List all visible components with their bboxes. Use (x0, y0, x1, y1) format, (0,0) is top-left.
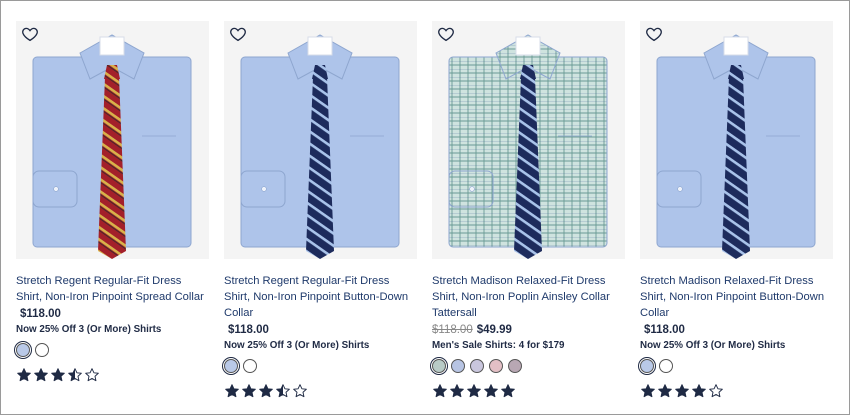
color-swatch[interactable] (35, 343, 49, 357)
star-icon (692, 384, 706, 398)
star-icon (85, 368, 99, 382)
color-swatch[interactable] (489, 359, 503, 373)
product-card[interactable]: Stretch Regent Regular-Fit Dress Shirt, … (14, 21, 209, 399)
star-icon (433, 384, 447, 398)
star-rating (640, 383, 833, 399)
color-swatch[interactable] (470, 359, 484, 373)
product-price: $118.00 $49.99 (432, 324, 625, 336)
promo-text: Now 25% Off 3 (Or More) Shirts (640, 340, 786, 351)
star-icon (501, 384, 515, 398)
star-icon (467, 384, 481, 398)
product-title[interactable]: Stretch Regent Regular-Fit Dress Shirt, … (224, 273, 417, 321)
product-card[interactable]: Stretch Madison Relaxed-Fit Dress Shirt,… (638, 21, 833, 399)
current-price: $118.00 (20, 308, 61, 320)
color-swatch[interactable] (638, 357, 656, 375)
star-icon (293, 384, 307, 398)
heart-outline-icon[interactable] (437, 25, 455, 43)
color-swatch[interactable] (430, 357, 448, 375)
promo-text: Now 25% Off 3 (Or More) Shirts (16, 324, 162, 335)
heart-outline-icon[interactable] (229, 25, 247, 43)
product-title[interactable]: Stretch Regent Regular-Fit Dress Shirt, … (16, 273, 209, 305)
product-image[interactable] (640, 21, 833, 259)
product-card[interactable]: Stretch Regent Regular-Fit Dress Shirt, … (222, 21, 417, 399)
star-icon (51, 368, 65, 382)
star-icon (225, 384, 239, 398)
star-rating (432, 383, 625, 399)
color-swatch[interactable] (451, 359, 465, 373)
star-icon (450, 384, 464, 398)
color-swatch[interactable] (14, 341, 32, 359)
promo-text: Now 25% Off 3 (Or More) Shirts (224, 340, 370, 351)
star-icon (17, 368, 31, 382)
product-grid: Stretch Regent Regular-Fit Dress Shirt, … (14, 21, 833, 399)
star-icon (641, 384, 655, 398)
shirt-photo (16, 21, 209, 259)
heart-outline-icon[interactable] (645, 25, 663, 43)
star-icon (259, 384, 273, 398)
star-icon (68, 368, 82, 382)
color-swatches (222, 357, 417, 375)
promo-text: Men's Sale Shirts: 4 for $179 (432, 340, 565, 351)
color-swatches (638, 357, 833, 375)
current-price: $118.00 (228, 324, 269, 336)
product-card[interactable]: Stretch Madison Relaxed-Fit Dress Shirt,… (430, 21, 625, 399)
star-icon (709, 384, 723, 398)
product-price: $118.00 (224, 324, 417, 336)
star-icon (484, 384, 498, 398)
product-title[interactable]: Stretch Madison Relaxed-Fit Dress Shirt,… (432, 273, 625, 321)
current-price: $49.99 (476, 324, 512, 336)
star-rating (16, 367, 209, 383)
color-swatch[interactable] (508, 359, 522, 373)
product-image[interactable] (16, 21, 209, 259)
color-swatch[interactable] (243, 359, 257, 373)
product-image[interactable] (432, 21, 625, 259)
color-swatches (430, 357, 625, 375)
star-rating (224, 383, 417, 399)
star-icon (276, 384, 290, 398)
shirt-photo (640, 21, 833, 259)
star-icon (34, 368, 48, 382)
color-swatch[interactable] (222, 357, 240, 375)
product-price: $118.00 (16, 308, 209, 320)
shirt-photo (432, 21, 625, 259)
current-price: $118.00 (644, 324, 685, 336)
color-swatch[interactable] (659, 359, 673, 373)
shirt-photo (224, 21, 417, 259)
star-icon (658, 384, 672, 398)
heart-outline-icon[interactable] (21, 25, 39, 43)
star-icon (242, 384, 256, 398)
product-price: $118.00 (640, 324, 833, 336)
product-image[interactable] (224, 21, 417, 259)
product-title[interactable]: Stretch Madison Relaxed-Fit Dress Shirt,… (640, 273, 833, 321)
color-swatches (14, 341, 209, 359)
old-price: $118.00 (432, 324, 473, 336)
star-icon (675, 384, 689, 398)
